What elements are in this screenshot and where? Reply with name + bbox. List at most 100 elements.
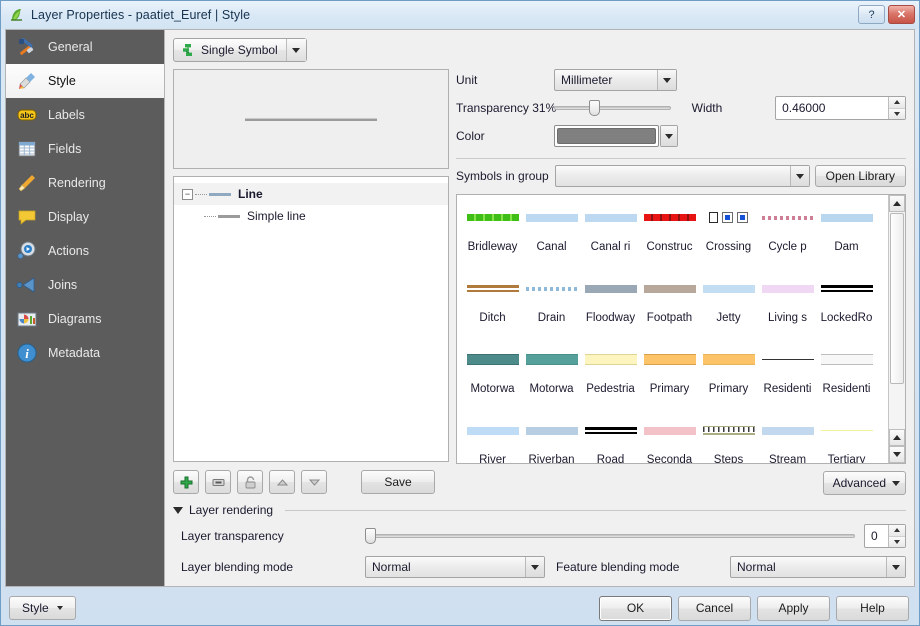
scroll-up-icon-2[interactable] bbox=[889, 429, 905, 446]
layer-rendering-header[interactable]: Layer rendering bbox=[173, 503, 906, 517]
chevron-down-icon[interactable] bbox=[525, 557, 544, 577]
width-stepper[interactable] bbox=[888, 97, 905, 119]
tree-node-line[interactable]: − Line bbox=[174, 183, 448, 205]
chevron-down-icon[interactable] bbox=[886, 557, 905, 577]
sidebar-item-style[interactable]: Style bbox=[6, 64, 164, 98]
stepper-up-icon[interactable] bbox=[889, 97, 905, 109]
symbol-item[interactable]: Primary bbox=[640, 347, 699, 418]
chevron-down-icon[interactable] bbox=[789, 166, 809, 186]
remove-symbol-layer-button[interactable] bbox=[205, 470, 231, 494]
symbol-item[interactable]: Crossing bbox=[699, 205, 758, 276]
lock-layer-colors-button[interactable] bbox=[237, 470, 263, 494]
chevron-down-icon[interactable] bbox=[285, 39, 306, 61]
symbol-item[interactable]: Riverban bbox=[522, 418, 581, 463]
open-library-button[interactable]: Open Library bbox=[814, 165, 906, 187]
sidebar-item-labels[interactable]: abc Labels bbox=[6, 98, 164, 132]
width-value[interactable]: 0.46000 bbox=[776, 101, 888, 115]
symbol-item[interactable]: Residenti bbox=[758, 347, 817, 418]
stepper-down-icon[interactable] bbox=[889, 536, 905, 547]
layer-transparency-slider[interactable] bbox=[365, 528, 855, 544]
symbol-item[interactable]: Footpath bbox=[640, 276, 699, 347]
transparency-slider[interactable] bbox=[554, 100, 671, 116]
symbol-item[interactable]: Drain bbox=[522, 276, 581, 347]
apply-button[interactable]: Apply bbox=[757, 595, 830, 621]
symbol-item[interactable]: Motorwa bbox=[463, 347, 522, 418]
move-up-button[interactable] bbox=[269, 470, 295, 494]
symbol-item[interactable]: Primary bbox=[699, 347, 758, 418]
unit-dropdown[interactable]: Millimeter bbox=[554, 69, 677, 91]
symbol-item[interactable]: Cycle p bbox=[758, 205, 817, 276]
renderer-type-dropdown[interactable]: Single Symbol bbox=[173, 38, 307, 62]
feature-blending-dropdown[interactable]: Normal bbox=[730, 556, 906, 578]
scroll-down-icon[interactable] bbox=[889, 446, 905, 463]
stepper-down-icon[interactable] bbox=[889, 108, 905, 119]
symbol-item[interactable]: Canal bbox=[522, 205, 581, 276]
sidebar-item-display[interactable]: Display bbox=[6, 200, 164, 234]
symbol-item[interactable]: Tertiary bbox=[817, 418, 876, 463]
join-arrow-icon bbox=[16, 274, 38, 296]
tree-node-simple-line[interactable]: Simple line bbox=[174, 205, 448, 227]
layer-transparency-spinbox[interactable]: 0 bbox=[864, 524, 906, 548]
sidebar-item-general[interactable]: General bbox=[6, 30, 164, 64]
symbol-item[interactable]: Pedestria bbox=[581, 347, 640, 418]
symbol-item[interactable]: Residenti bbox=[817, 347, 876, 418]
cancel-button[interactable]: Cancel bbox=[678, 595, 751, 621]
symbol-swatch bbox=[525, 282, 578, 295]
sidebar-item-metadata[interactable]: i Metadata bbox=[6, 336, 164, 370]
sidebar-item-rendering[interactable]: Rendering bbox=[6, 166, 164, 200]
symbol-item[interactable]: LockedRo bbox=[817, 276, 876, 347]
sidebar-item-actions[interactable]: Actions bbox=[6, 234, 164, 268]
sidebar-item-joins[interactable]: Joins bbox=[6, 268, 164, 302]
save-symbol-button[interactable]: Save bbox=[361, 470, 435, 494]
stepper-up-icon[interactable] bbox=[889, 525, 905, 537]
layer-transparency-value[interactable]: 0 bbox=[865, 529, 888, 543]
blending-row: Layer blending mode Normal Feature blend… bbox=[181, 556, 906, 578]
add-symbol-layer-button[interactable] bbox=[173, 470, 199, 494]
chevron-down-icon[interactable] bbox=[886, 480, 905, 486]
symbol-item[interactable]: Bridleway bbox=[463, 205, 522, 276]
symbol-item[interactable]: Jetty bbox=[699, 276, 758, 347]
symbol-item[interactable]: Motorwa bbox=[522, 347, 581, 418]
move-down-button[interactable] bbox=[301, 470, 327, 494]
symbol-item[interactable]: Ditch bbox=[463, 276, 522, 347]
symbol-grid-scrollbar[interactable] bbox=[888, 195, 905, 463]
symbol-name: Cycle p bbox=[768, 241, 807, 253]
help-button[interactable]: Help bbox=[836, 595, 909, 621]
symbol-item[interactable]: Seconda bbox=[640, 418, 699, 463]
expander-icon[interactable]: − bbox=[182, 188, 193, 200]
width-spinbox[interactable]: 0.46000 bbox=[775, 96, 906, 120]
sidebar-item-label: Labels bbox=[48, 108, 85, 122]
symbol-item[interactable]: Dam bbox=[817, 205, 876, 276]
advanced-button[interactable]: Advanced bbox=[822, 471, 906, 495]
symbols-in-group-dropdown[interactable] bbox=[554, 165, 810, 187]
layer-transparency-stepper[interactable] bbox=[888, 525, 905, 547]
symbol-item[interactable]: Steps bbox=[699, 418, 758, 463]
symbol-item[interactable]: Living s bbox=[758, 276, 817, 347]
collapse-triangle-icon[interactable] bbox=[173, 506, 183, 514]
color-dropdown-button[interactable] bbox=[660, 125, 678, 147]
symbol-item[interactable]: Canal ri bbox=[581, 205, 640, 276]
symbol-item[interactable]: Road bbox=[581, 418, 640, 463]
layer-blending-dropdown[interactable]: Normal bbox=[365, 556, 545, 578]
scroll-trough[interactable] bbox=[889, 212, 905, 429]
symbol-item[interactable]: Floodway bbox=[581, 276, 640, 347]
symbol-item[interactable]: Stream bbox=[758, 418, 817, 463]
symbol-item[interactable]: River bbox=[463, 418, 522, 463]
color-swatch-button[interactable] bbox=[554, 125, 659, 147]
ok-button[interactable]: OK bbox=[599, 595, 672, 621]
slider-handle[interactable] bbox=[365, 528, 376, 544]
color-label: Color bbox=[456, 129, 485, 143]
chevron-down-icon[interactable] bbox=[661, 126, 677, 146]
symbol-preview bbox=[173, 69, 449, 169]
style-menu-button[interactable]: Style bbox=[9, 596, 76, 620]
close-icon[interactable]: ✕ bbox=[888, 5, 915, 24]
symbol-item[interactable]: Construc bbox=[640, 205, 699, 276]
sidebar-item-fields[interactable]: Fields bbox=[6, 132, 164, 166]
help-titlebar-button[interactable]: ? bbox=[858, 5, 885, 24]
slider-handle[interactable] bbox=[589, 100, 600, 116]
chevron-down-icon[interactable] bbox=[49, 606, 71, 610]
chevron-down-icon[interactable] bbox=[657, 70, 676, 90]
scroll-thumb[interactable] bbox=[890, 213, 904, 385]
sidebar-item-diagrams[interactable]: Diagrams bbox=[6, 302, 164, 336]
scroll-up-icon[interactable] bbox=[889, 195, 905, 212]
